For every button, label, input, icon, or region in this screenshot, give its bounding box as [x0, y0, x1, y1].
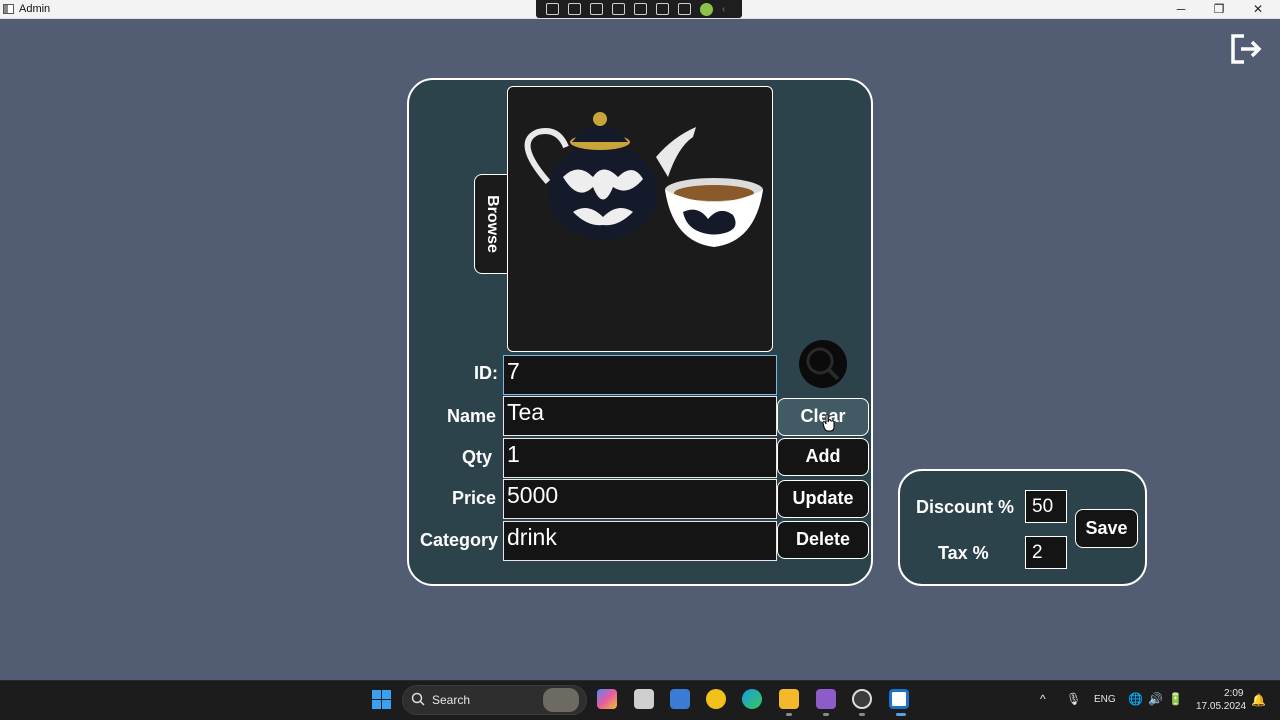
save-button[interactable]: Save — [1075, 509, 1138, 548]
product-image — [507, 86, 773, 352]
search-icon — [806, 347, 840, 381]
app-icon — [3, 4, 14, 14]
name-field[interactable]: Tea — [503, 396, 777, 436]
search-highlight-icon — [543, 688, 579, 712]
tax-field[interactable]: 2 — [1025, 536, 1067, 569]
tray-expand-icon[interactable]: ^ — [1040, 692, 1046, 706]
task-view-icon[interactable] — [634, 689, 654, 709]
edge-icon[interactable] — [742, 689, 762, 709]
teapot-image — [524, 112, 763, 247]
network-icon[interactable]: 🌐 — [1128, 692, 1143, 706]
running-indicator — [823, 713, 829, 716]
debug-toolbar: ‹ — [536, 0, 742, 18]
check-icon[interactable] — [700, 2, 713, 16]
search-button[interactable] — [799, 340, 847, 388]
camera-app-icon[interactable] — [670, 689, 690, 709]
qty-label: Qty — [461, 447, 492, 467]
active-indicator — [896, 713, 906, 716]
category-label: Category — [419, 530, 498, 550]
close-button[interactable]: ✕ — [1243, 1, 1273, 18]
hand-cursor-icon — [822, 413, 835, 432]
running-indicator — [786, 713, 792, 716]
window-title: Admin — [19, 3, 51, 15]
search-icon — [411, 692, 425, 706]
id-label: ID: — [474, 363, 498, 383]
display-layout-icon[interactable] — [612, 3, 625, 15]
clock-time[interactable]: 2:09 — [1224, 688, 1243, 699]
id-field[interactable]: 7 — [503, 355, 777, 395]
taskbar-search-label: Search — [432, 693, 471, 707]
clock-date[interactable]: 17.05.2024 — [1196, 701, 1246, 712]
battery-icon[interactable]: 🔋 — [1168, 692, 1183, 706]
name-label: Name — [446, 406, 496, 426]
add-button[interactable]: Add — [777, 438, 869, 476]
update-button[interactable]: Update — [777, 480, 869, 518]
price-label: Price — [451, 488, 496, 508]
logout-icon[interactable] — [1228, 31, 1264, 67]
notification-bell-icon[interactable]: 🔔 — [1251, 693, 1266, 707]
github-icon[interactable] — [852, 689, 872, 709]
category-field[interactable]: drink — [503, 521, 777, 561]
warning-app-icon[interactable] — [706, 689, 726, 709]
live-tree-icon[interactable] — [546, 3, 559, 15]
browse-button[interactable]: Browse — [474, 174, 508, 274]
delete-button[interactable]: Delete — [777, 521, 869, 559]
visual-studio-icon[interactable] — [816, 689, 836, 709]
microphone-icon[interactable]: 🎙 — [1066, 692, 1081, 706]
camera-icon[interactable] — [568, 3, 581, 15]
language-indicator[interactable]: ENG — [1094, 694, 1116, 705]
running-indicator — [859, 713, 865, 716]
copilot-icon[interactable] — [597, 689, 617, 709]
collapse-icon[interactable]: ‹ — [722, 4, 725, 15]
discount-label: Discount % — [916, 497, 1015, 517]
hot-reload-icon[interactable] — [656, 3, 669, 15]
select-element-icon[interactable] — [590, 3, 603, 15]
start-icon[interactable] — [372, 690, 391, 709]
restore-button[interactable]: ❐ — [1204, 1, 1234, 18]
discount-field[interactable]: 50 — [1025, 490, 1067, 523]
minimize-button[interactable]: ─ — [1166, 1, 1196, 18]
qty-field[interactable]: 1 — [503, 438, 777, 478]
file-explorer-icon[interactable] — [779, 689, 799, 709]
track-focus-icon[interactable] — [634, 3, 647, 15]
price-field[interactable]: 5000 — [503, 479, 777, 519]
browse-label: Browse — [483, 195, 501, 253]
volume-icon[interactable]: 🔊 — [1148, 692, 1163, 706]
admin-app-icon[interactable] — [889, 689, 909, 709]
accessibility-icon[interactable] — [678, 3, 691, 15]
tax-label: Tax % — [938, 543, 989, 563]
